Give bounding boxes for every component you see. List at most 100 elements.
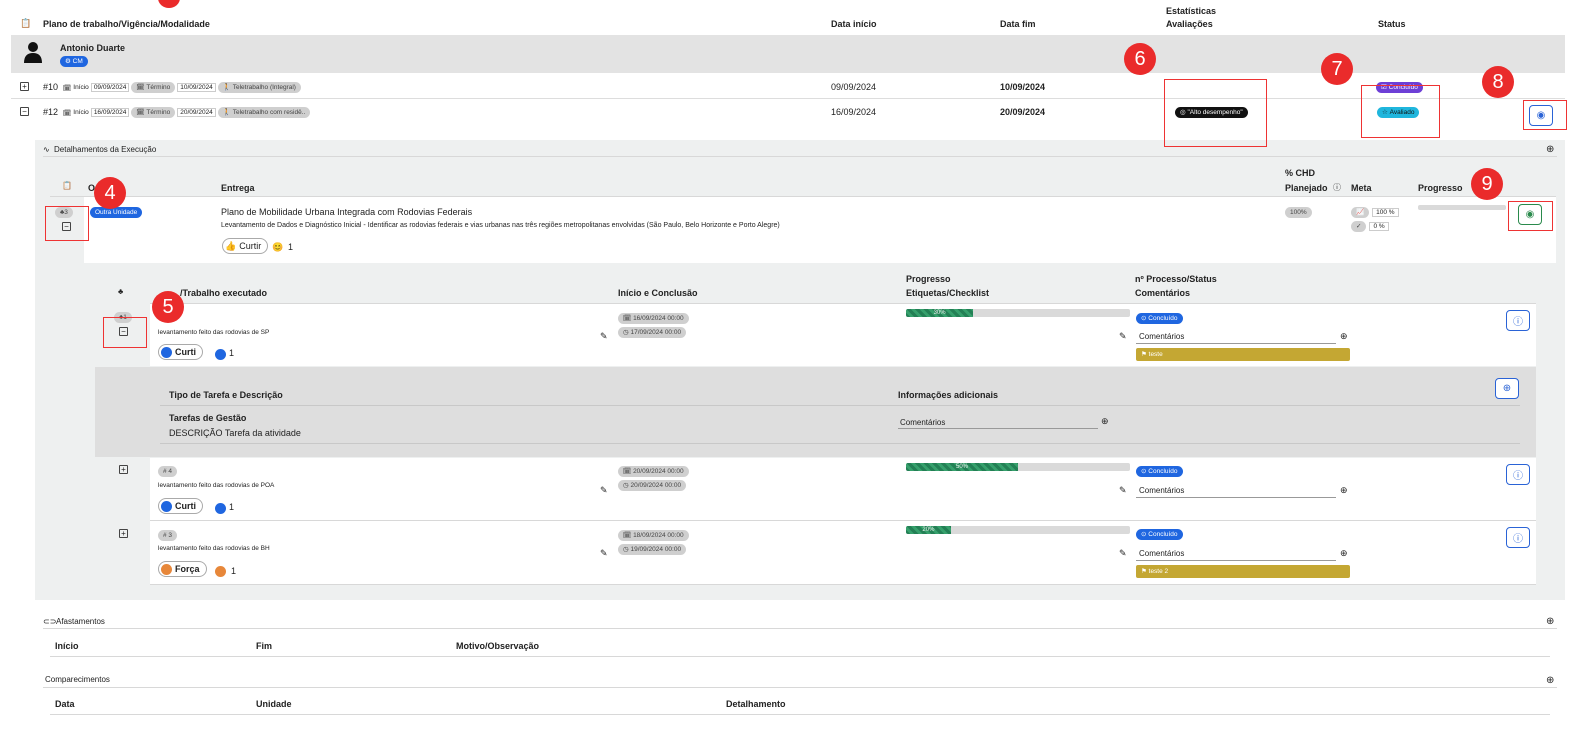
curtir-label: Curtir xyxy=(239,241,262,251)
comentarios-label: Comentários xyxy=(1139,549,1185,558)
divider xyxy=(160,443,1520,444)
reaction-count: 1 xyxy=(229,348,235,358)
edit-icon[interactable]: ✎ xyxy=(600,548,608,559)
fim-pill: ◷ 20/09/2024 00:00 xyxy=(618,480,687,491)
col-status: Status xyxy=(1378,19,1406,29)
divider xyxy=(50,656,1550,657)
info-button[interactable]: ⓘ xyxy=(1506,310,1530,331)
data-fim: 10/09/2024 xyxy=(1000,82,1046,92)
inicio-pill: 🗓 20/09/2024 00:00 xyxy=(618,466,689,477)
expand-icon[interactable]: + xyxy=(119,529,128,538)
marker-7: 7 xyxy=(1321,53,1353,85)
user-name: Antonio Duarte xyxy=(60,43,125,53)
clock-icon: ◷ xyxy=(623,329,631,336)
info-icon: ⓘ xyxy=(1513,471,1523,482)
modalidade-pill: 🚶 Teletrabalho (Integral) xyxy=(217,82,301,93)
comentarios-label: Comentários xyxy=(1139,486,1185,495)
collapse-icon[interactable]: − xyxy=(20,107,29,116)
edit-icon[interactable]: ✎ xyxy=(600,331,608,342)
divider xyxy=(150,584,1536,585)
info-button[interactable]: ⓘ xyxy=(1506,527,1530,548)
user-icon xyxy=(24,42,42,63)
col-processo: nº Processo/Status xyxy=(1135,274,1217,284)
user-badge: ⚙ CM xyxy=(60,56,88,67)
info-button[interactable]: ⓘ xyxy=(1506,464,1530,485)
num-pill: # 4 xyxy=(158,466,178,477)
entrega-desc: Levantamento de Dados e Diagnóstico Inic… xyxy=(221,222,780,229)
thumb-icon xyxy=(161,500,172,512)
status-badge: ⊙ Concluído xyxy=(1136,313,1183,324)
col-avaliacoes: Avaliações xyxy=(1166,19,1213,29)
add-comment-icon[interactable]: ⊕ xyxy=(1101,416,1109,427)
calendar-icon: 🗓 xyxy=(623,468,634,475)
progress-bar: 20% xyxy=(906,526,1130,534)
progress-fill: 50% xyxy=(906,463,1018,471)
forca-button[interactable]: Força xyxy=(158,561,207,577)
data-fim: 20/09/2024 xyxy=(1000,107,1046,117)
calendar-icon: 🗓 xyxy=(63,84,72,92)
clock-icon: ◷ xyxy=(623,546,631,553)
reaction-count: 1 xyxy=(231,566,237,576)
add-comment-icon[interactable]: ⊕ xyxy=(1340,548,1348,559)
col-data-fim: Data fim xyxy=(1000,19,1036,29)
progress-fill: 20% xyxy=(906,526,951,534)
plan-dates: 🗓 Início 09/09/2024 🗓 Término 10/09/2024 … xyxy=(63,82,301,93)
tag-text: teste xyxy=(1148,351,1163,358)
calendar-icon: 🗓 xyxy=(63,109,72,117)
curti-button[interactable]: Curti xyxy=(158,344,203,360)
edit-icon[interactable]: ✎ xyxy=(1119,485,1127,496)
curti-button[interactable]: Curti xyxy=(158,498,203,514)
expand-icon[interactable]: + xyxy=(20,82,29,91)
data-inicio: 16/09/2024 xyxy=(831,107,877,117)
calendar-icon: 🗓 xyxy=(136,109,147,116)
modalidade-pill: 🚶 Teletrabalho com residê.. xyxy=(217,107,311,118)
col-trabalho: /Trabalho executado xyxy=(180,288,268,298)
col-plano: Plano de trabalho/Vigência/Modalidade xyxy=(43,19,210,29)
col-fim: Fim xyxy=(256,641,273,651)
divider xyxy=(43,628,1557,629)
entrega-title: Plano de Mobilidade Urbana Integrada com… xyxy=(221,207,473,217)
plan-dates: 🗓 Início 16/09/2024 🗓 Término 20/09/2024 … xyxy=(63,107,311,118)
inicio-value: 09/09/2024 xyxy=(90,83,130,92)
edit-icon[interactable]: ✎ xyxy=(1119,548,1127,559)
add-comment-icon[interactable]: ⊕ xyxy=(1340,485,1348,496)
edit-icon[interactable]: ✎ xyxy=(600,485,608,496)
atividade-desc: levantamento feito das rodovias de POA xyxy=(158,482,275,489)
plan-row-12[interactable]: − #12 🗓 Início 16/09/2024 🗓 Término 20/09… xyxy=(11,99,1565,125)
clipboard-icon: 📋 xyxy=(20,18,32,28)
expand-section-icon[interactable]: ⊕ xyxy=(1546,675,1554,686)
divider xyxy=(50,714,1550,715)
comparecimentos-title: Comparecimentos xyxy=(45,675,110,684)
highlight-box-entrega-view xyxy=(1508,201,1553,231)
like-count: 1 xyxy=(288,242,294,252)
data-inicio: 09/09/2024 xyxy=(831,82,877,92)
termino-pill: 🗓 Término xyxy=(131,82,176,93)
modalidade: Teletrabalho com residê.. xyxy=(232,109,306,116)
tarefa-desc: DESCRIÇÃO Tarefa da atividade xyxy=(169,428,301,438)
afastamentos-title: Afastamentos xyxy=(56,617,105,626)
divider xyxy=(1136,343,1336,344)
reaction-icon xyxy=(215,566,226,577)
expand-icon[interactable]: + xyxy=(119,465,128,474)
muscle-icon xyxy=(161,563,172,575)
add-comment-icon[interactable]: ⊕ xyxy=(1340,331,1348,342)
col-info: Informações adicionais xyxy=(898,390,999,400)
add-tarefa-button[interactable]: ⊕ xyxy=(1495,378,1519,399)
curtir-button[interactable]: 👍 Curtir xyxy=(222,238,269,254)
status-badge: ⊙ Concluído xyxy=(1136,529,1183,540)
expand-section-icon[interactable]: ⊕ xyxy=(1546,616,1554,627)
col-estatisticas: Estatísticas xyxy=(1166,6,1217,16)
thumb-icon xyxy=(161,346,172,358)
badge-icon: ⚙ xyxy=(65,58,73,65)
meta-row: 📈 100 % xyxy=(1351,207,1399,218)
highlight-box-atividade xyxy=(103,317,147,348)
termino-value: 10/09/2024 xyxy=(177,83,216,92)
collapse-section-icon[interactable]: ⊕ xyxy=(1546,144,1554,155)
progress-bar: 30% xyxy=(906,309,1130,317)
group-icon: ♣ xyxy=(118,287,124,296)
detalhamentos-title: Detalhamentos da Execução xyxy=(54,145,157,154)
highlight-box-view xyxy=(1523,100,1567,130)
edit-icon[interactable]: ✎ xyxy=(1119,331,1127,342)
clipboard-icon: 📋 xyxy=(62,181,72,190)
plan-id: #10 xyxy=(43,82,59,92)
